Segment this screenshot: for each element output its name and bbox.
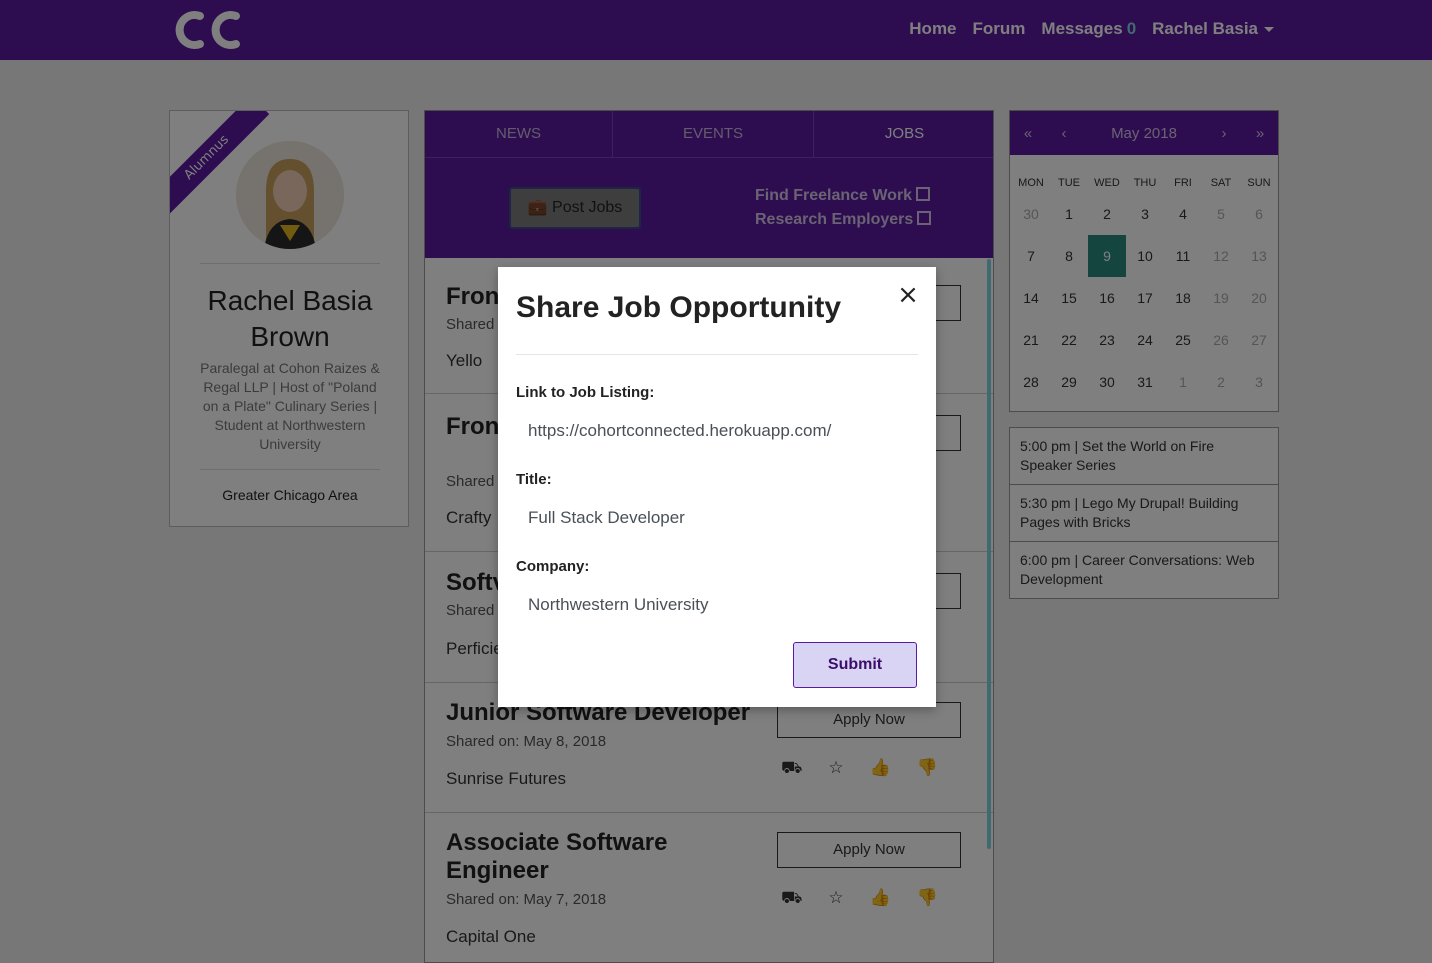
company-field[interactable]: Northwestern University [528, 595, 708, 615]
company-label: Company: [516, 558, 590, 575]
close-icon[interactable]: × [896, 282, 920, 308]
job-title-field[interactable]: Full Stack Developer [528, 508, 685, 528]
job-link-label: Link to Job Listing: [516, 384, 655, 401]
modal-divider [516, 354, 918, 355]
modal-title: Share Job Opportunity [516, 291, 842, 324]
job-link-field[interactable]: https://cohortconnected.herokuapp.com/ [528, 421, 831, 441]
share-job-modal: Share Job Opportunity × Link to Job List… [498, 267, 936, 707]
job-title-label: Title: [516, 471, 552, 488]
submit-button[interactable]: Submit [793, 642, 917, 688]
